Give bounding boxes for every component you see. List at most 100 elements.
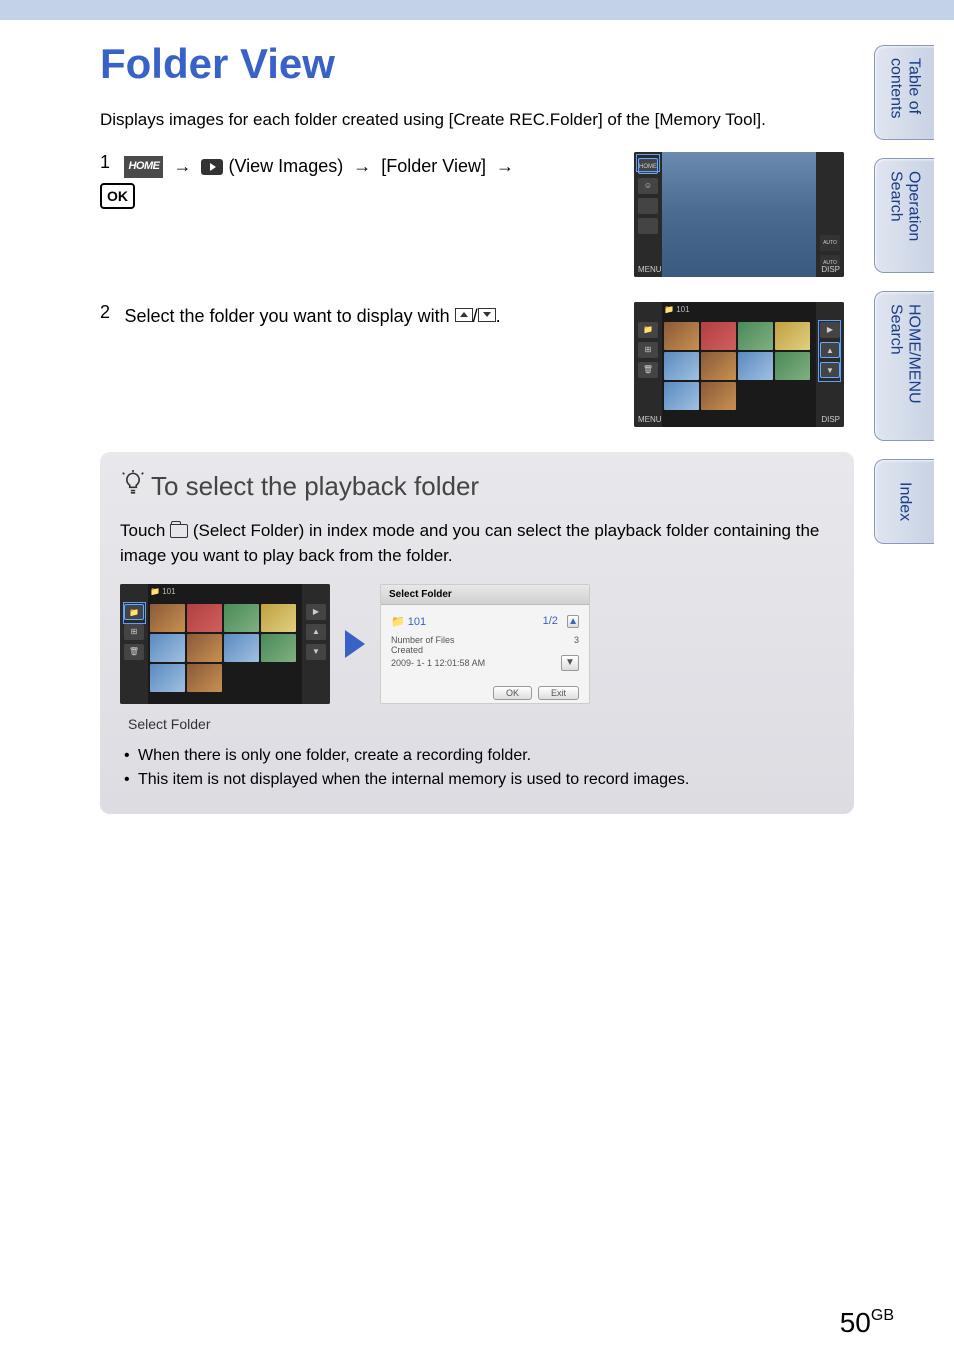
tip-box: To select the playback folder Touch (Sel…	[100, 452, 854, 814]
disp-label: DISP	[821, 265, 840, 274]
thumbnail	[150, 604, 185, 632]
smile-icon: ☺	[638, 178, 658, 194]
step-2-screenshot-container: 📁 101 📁 ⊞ 🗑 ▶ ▲ ▼	[634, 302, 854, 427]
p-auto-icon	[638, 218, 658, 234]
page-down-icon	[478, 308, 496, 322]
screenshot-1-viewfinder	[662, 152, 816, 277]
thumbnail	[664, 382, 699, 410]
tab-operation-search[interactable]: Operation Search	[874, 158, 934, 273]
view-images-label: (View Images)	[229, 156, 344, 176]
select-folder-body: 📁 101 1/2 ▲ Number of Files 3 Created 20…	[381, 605, 589, 704]
home-icon: HOME	[638, 158, 658, 174]
step-2-row: 2 Select the folder you want to display …	[100, 302, 854, 427]
tip-images-row: 📁 101 📁 ⊞ 🗑 ▶ ▲ ▼	[120, 584, 834, 704]
thumbnail	[150, 634, 185, 662]
screenshot-2-right-sidebar: ▶ ▲ ▼	[816, 302, 844, 427]
tip-title-row: To select the playback folder	[120, 470, 834, 503]
page-description: Displays images for each folder created …	[100, 108, 854, 132]
page-up-icon: ▲	[306, 624, 326, 640]
arrow-icon: →	[491, 156, 519, 176]
thumbnail	[775, 322, 810, 350]
tip-text-before: Touch	[120, 521, 170, 540]
folder-icon: 📁	[124, 604, 144, 620]
step-2-number: 2	[100, 302, 120, 323]
step-1-number: 1	[100, 152, 120, 173]
thumbnail	[738, 322, 773, 350]
select-folder-header: Select Folder	[381, 585, 589, 605]
tip-title: To select the playback folder	[151, 471, 479, 502]
tab-index[interactable]: Index	[874, 459, 934, 544]
main-content: Folder View Displays images for each fol…	[0, 20, 954, 814]
page-up-icon	[455, 308, 473, 322]
thumbnail	[664, 322, 699, 350]
select-folder-icon	[170, 524, 188, 538]
folder-number-value: 101	[408, 616, 426, 628]
down-arrow-button[interactable]: ▼	[561, 655, 579, 671]
page-down-icon: ▼	[306, 644, 326, 660]
menu-label: MENU	[638, 265, 662, 274]
tip-text: Touch (Select Folder) in index mode and …	[120, 518, 834, 569]
num-files-value: 3	[574, 635, 579, 645]
tab-table-of-contents[interactable]: Table of contents	[874, 45, 934, 140]
page-up-icon: ▲	[820, 342, 840, 358]
thumbnail	[701, 382, 736, 410]
thumbnail	[150, 664, 185, 692]
flash-auto-icon: AUTO	[820, 235, 840, 251]
step-2-instruction: Select the folder you want to display wi…	[124, 306, 500, 326]
thumbnail	[187, 604, 222, 632]
select-folder-caption: Select Folder	[128, 716, 834, 732]
pager-value: 1/2	[543, 615, 558, 627]
disp-label: DISP	[821, 415, 840, 424]
screenshot-2-left-sidebar: 📁 ⊞ 🗑	[634, 302, 662, 427]
lightbulb-icon	[120, 470, 146, 503]
thumbnail	[664, 352, 699, 380]
thumbnail	[187, 664, 222, 692]
thumbnail-grid	[662, 302, 816, 412]
ok-button[interactable]: OK	[493, 686, 532, 700]
home-badge-icon: HOME	[124, 156, 163, 178]
screenshot-1: HOME ☺ AUTO AUTO MENU DISP	[634, 152, 844, 277]
tip-screenshot-a: 📁 101 📁 ⊞ 🗑 ▶ ▲ ▼	[120, 584, 330, 704]
trash-icon: 🗑	[638, 362, 658, 378]
shot-a-right-sidebar: ▶ ▲ ▼	[302, 584, 330, 704]
page-down-icon: ▼	[820, 362, 840, 378]
tab-home-menu-search[interactable]: HOME/MENU Search	[874, 291, 934, 441]
thumbnail	[187, 634, 222, 662]
folder-icon: 📁	[638, 322, 658, 338]
screenshot-1-left-sidebar: HOME ☺	[634, 152, 662, 277]
folder-view-label: [Folder View]	[381, 156, 486, 176]
tip-bullet-1: When there is only one folder, create a …	[120, 744, 834, 768]
thumbnail	[224, 604, 259, 632]
shot-a-folder-label: 📁 101	[150, 587, 176, 596]
thumbnail	[261, 634, 296, 662]
ok-badge-icon: OK	[100, 183, 135, 209]
arrow-icon: →	[168, 156, 196, 176]
page-number: 50GB	[840, 1307, 894, 1339]
calendar-icon: ⊞	[638, 342, 658, 358]
arrow-icon: →	[348, 156, 376, 176]
top-bar	[0, 0, 954, 20]
screenshot-2: 📁 101 📁 ⊞ 🗑 ▶ ▲ ▼	[634, 302, 844, 427]
step-2-text-block: 2 Select the folder you want to display …	[100, 302, 634, 427]
select-folder-buttons: OK Exit	[391, 686, 579, 700]
up-arrow-button[interactable]: ▲	[567, 615, 579, 628]
calendar-icon: ⊞	[124, 624, 144, 640]
thumbnail	[701, 322, 736, 350]
folder-number: 101	[162, 587, 175, 596]
step-1-instruction: HOME → (View Images) → [Folder View] → O…	[100, 156, 519, 205]
created-value: 2009- 1- 1 12:01:58 AM	[391, 658, 485, 668]
tip-screenshot-a-wrapper: 📁 101 📁 ⊞ 🗑 ▶ ▲ ▼	[120, 584, 330, 704]
folder-number: 101	[676, 305, 689, 314]
exit-button[interactable]: Exit	[538, 686, 579, 700]
trash-icon: 🗑	[124, 644, 144, 660]
play-mode-icon: ▶	[306, 604, 326, 620]
num-files-label: Number of Files	[391, 635, 455, 645]
step-1-screenshot-container: HOME ☺ AUTO AUTO MENU DISP	[634, 152, 854, 277]
screenshot-1-right-sidebar: AUTO AUTO	[816, 152, 844, 277]
select-folder-row: 📁 101 1/2 ▲	[391, 615, 579, 629]
pager-group: 1/2 ▲	[543, 615, 579, 629]
period: .	[496, 306, 501, 326]
tip-bullet-list: When there is only one folder, create a …	[120, 744, 834, 792]
shot-a-left-sidebar: 📁 ⊞ 🗑	[120, 584, 148, 704]
folder-name: 📁 101	[391, 615, 426, 629]
